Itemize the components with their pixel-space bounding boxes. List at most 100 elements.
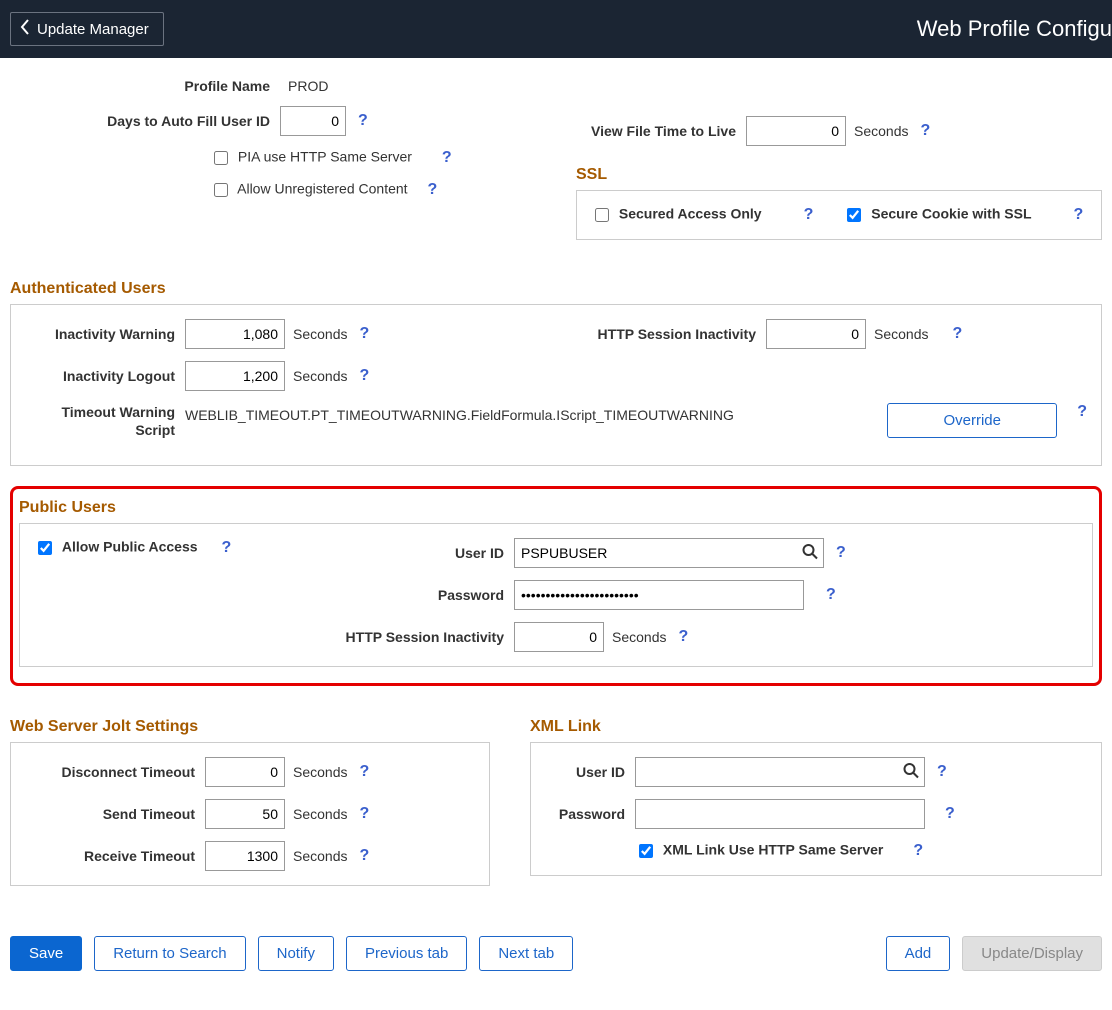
timeout-script-value: WEBLIB_TIMEOUT.PT_TIMEOUTWARNING.FieldFo…: [185, 403, 887, 423]
auth-users-fieldset: Inactivity Warning Seconds ? Inactivity …: [10, 304, 1102, 466]
return-to-search-button[interactable]: Return to Search: [94, 936, 245, 971]
public-password-label: Password: [314, 587, 514, 603]
xml-password-label: Password: [545, 806, 635, 822]
secure-cookie-checkbox[interactable]: [847, 208, 861, 222]
seconds-label: Seconds: [293, 848, 347, 864]
xmllink-fieldset: User ID ? Password ?: [530, 742, 1102, 876]
secure-cookie-wrap[interactable]: Secure Cookie with SSL: [843, 205, 1031, 225]
jolt-fieldset: Disconnect Timeout Seconds ? Send Timeou…: [10, 742, 490, 886]
days-autofill-label: Days to Auto Fill User ID: [10, 113, 280, 129]
save-button[interactable]: Save: [10, 936, 82, 971]
next-tab-button[interactable]: Next tab: [479, 936, 573, 971]
help-icon[interactable]: ?: [359, 325, 369, 343]
search-icon[interactable]: [802, 544, 818, 563]
previous-tab-button[interactable]: Previous tab: [346, 936, 467, 971]
help-icon[interactable]: ?: [804, 206, 814, 224]
timeout-script-label: Timeout Warning Script: [25, 403, 185, 439]
secure-cookie-label: Secure Cookie with SSL: [871, 206, 1031, 222]
public-password-input[interactable]: [514, 580, 804, 610]
allow-public-checkbox[interactable]: [38, 541, 52, 555]
public-users-highlight: Public Users Allow Public Access ? User …: [10, 486, 1102, 686]
add-button[interactable]: Add: [886, 936, 951, 971]
help-icon[interactable]: ?: [920, 122, 930, 140]
help-icon[interactable]: ?: [222, 539, 232, 557]
update-display-button: Update/Display: [962, 936, 1102, 971]
xml-userid-input[interactable]: [635, 757, 925, 787]
secured-only-wrap[interactable]: Secured Access Only: [591, 205, 762, 225]
allow-unreg-label: Allow Unregistered Content: [237, 181, 407, 197]
chevron-left-icon: [19, 19, 31, 39]
seconds-label: Seconds: [854, 123, 908, 139]
help-icon[interactable]: ?: [358, 112, 368, 130]
help-icon[interactable]: ?: [428, 181, 438, 199]
help-icon[interactable]: ?: [359, 805, 369, 823]
receive-label: Receive Timeout: [25, 848, 205, 864]
back-button-label: Update Manager: [37, 21, 149, 38]
profile-name-label: Profile Name: [10, 78, 280, 94]
back-button[interactable]: Update Manager: [10, 12, 164, 46]
help-icon[interactable]: ?: [359, 763, 369, 781]
inactivity-warning-label: Inactivity Warning: [25, 326, 185, 342]
pia-same-server-checkbox-wrap[interactable]: PIA use HTTP Same Server: [210, 148, 412, 168]
inactivity-logout-label: Inactivity Logout: [25, 368, 185, 384]
days-autofill-input[interactable]: [280, 106, 346, 136]
view-file-ttl-input[interactable]: [746, 116, 846, 146]
send-input[interactable]: [205, 799, 285, 829]
seconds-label: Seconds: [874, 326, 928, 342]
xml-userid-label: User ID: [545, 764, 635, 780]
secured-only-checkbox[interactable]: [595, 208, 609, 222]
pia-same-server-label: PIA use HTTP Same Server: [238, 149, 412, 165]
jolt-title: Web Server Jolt Settings: [10, 718, 490, 736]
view-file-ttl-label: View File Time to Live: [576, 123, 746, 139]
allow-public-label: Allow Public Access: [62, 539, 198, 555]
page-title: Web Profile Configu: [917, 16, 1112, 42]
override-button[interactable]: Override: [887, 403, 1057, 438]
help-icon[interactable]: ?: [442, 149, 452, 167]
help-icon[interactable]: ?: [359, 367, 369, 385]
xml-same-server-wrap[interactable]: XML Link Use HTTP Same Server: [635, 841, 883, 861]
ssl-fieldset: Secured Access Only ? Secure Cookie with…: [576, 190, 1102, 240]
help-icon[interactable]: ?: [937, 763, 947, 781]
auth-users-title: Authenticated Users: [10, 280, 1102, 298]
help-icon[interactable]: ?: [945, 805, 955, 823]
search-icon[interactable]: [903, 763, 919, 782]
help-icon[interactable]: ?: [1077, 403, 1087, 421]
secured-only-label: Secured Access Only: [619, 206, 762, 222]
seconds-label: Seconds: [293, 764, 347, 780]
help-icon[interactable]: ?: [826, 586, 836, 604]
allow-public-wrap[interactable]: Allow Public Access: [34, 538, 198, 558]
seconds-label: Seconds: [612, 629, 666, 645]
help-icon[interactable]: ?: [1074, 206, 1084, 224]
help-icon[interactable]: ?: [678, 628, 688, 646]
disconnect-label: Disconnect Timeout: [25, 764, 205, 780]
help-icon[interactable]: ?: [359, 847, 369, 865]
help-icon[interactable]: ?: [913, 842, 923, 860]
ssl-title: SSL: [576, 166, 1102, 184]
xml-same-server-label: XML Link Use HTTP Same Server: [663, 842, 883, 858]
public-users-title: Public Users: [19, 499, 1093, 517]
notify-button[interactable]: Notify: [258, 936, 334, 971]
help-icon[interactable]: ?: [952, 325, 962, 343]
public-userid-input[interactable]: [514, 538, 824, 568]
seconds-label: Seconds: [293, 368, 347, 384]
auth-http-session-label: HTTP Session Inactivity: [576, 326, 766, 342]
inactivity-logout-input[interactable]: [185, 361, 285, 391]
xml-password-input[interactable]: [635, 799, 925, 829]
seconds-label: Seconds: [293, 806, 347, 822]
disconnect-input[interactable]: [205, 757, 285, 787]
public-http-session-label: HTTP Session Inactivity: [314, 629, 514, 645]
inactivity-warning-input[interactable]: [185, 319, 285, 349]
top-bar: Update Manager Web Profile Configu: [0, 0, 1112, 58]
xmllink-title: XML Link: [530, 718, 1102, 736]
pia-same-server-checkbox[interactable]: [214, 151, 228, 165]
allow-unreg-checkbox[interactable]: [214, 183, 228, 197]
public-userid-label: User ID: [314, 545, 514, 561]
public-http-session-input[interactable]: [514, 622, 604, 652]
seconds-label: Seconds: [293, 326, 347, 342]
xml-same-server-checkbox[interactable]: [639, 844, 653, 858]
receive-input[interactable]: [205, 841, 285, 871]
allow-unreg-checkbox-wrap[interactable]: Allow Unregistered Content: [210, 180, 408, 200]
help-icon[interactable]: ?: [836, 544, 846, 562]
auth-http-session-input[interactable]: [766, 319, 866, 349]
profile-name-value: PROD: [280, 78, 328, 94]
